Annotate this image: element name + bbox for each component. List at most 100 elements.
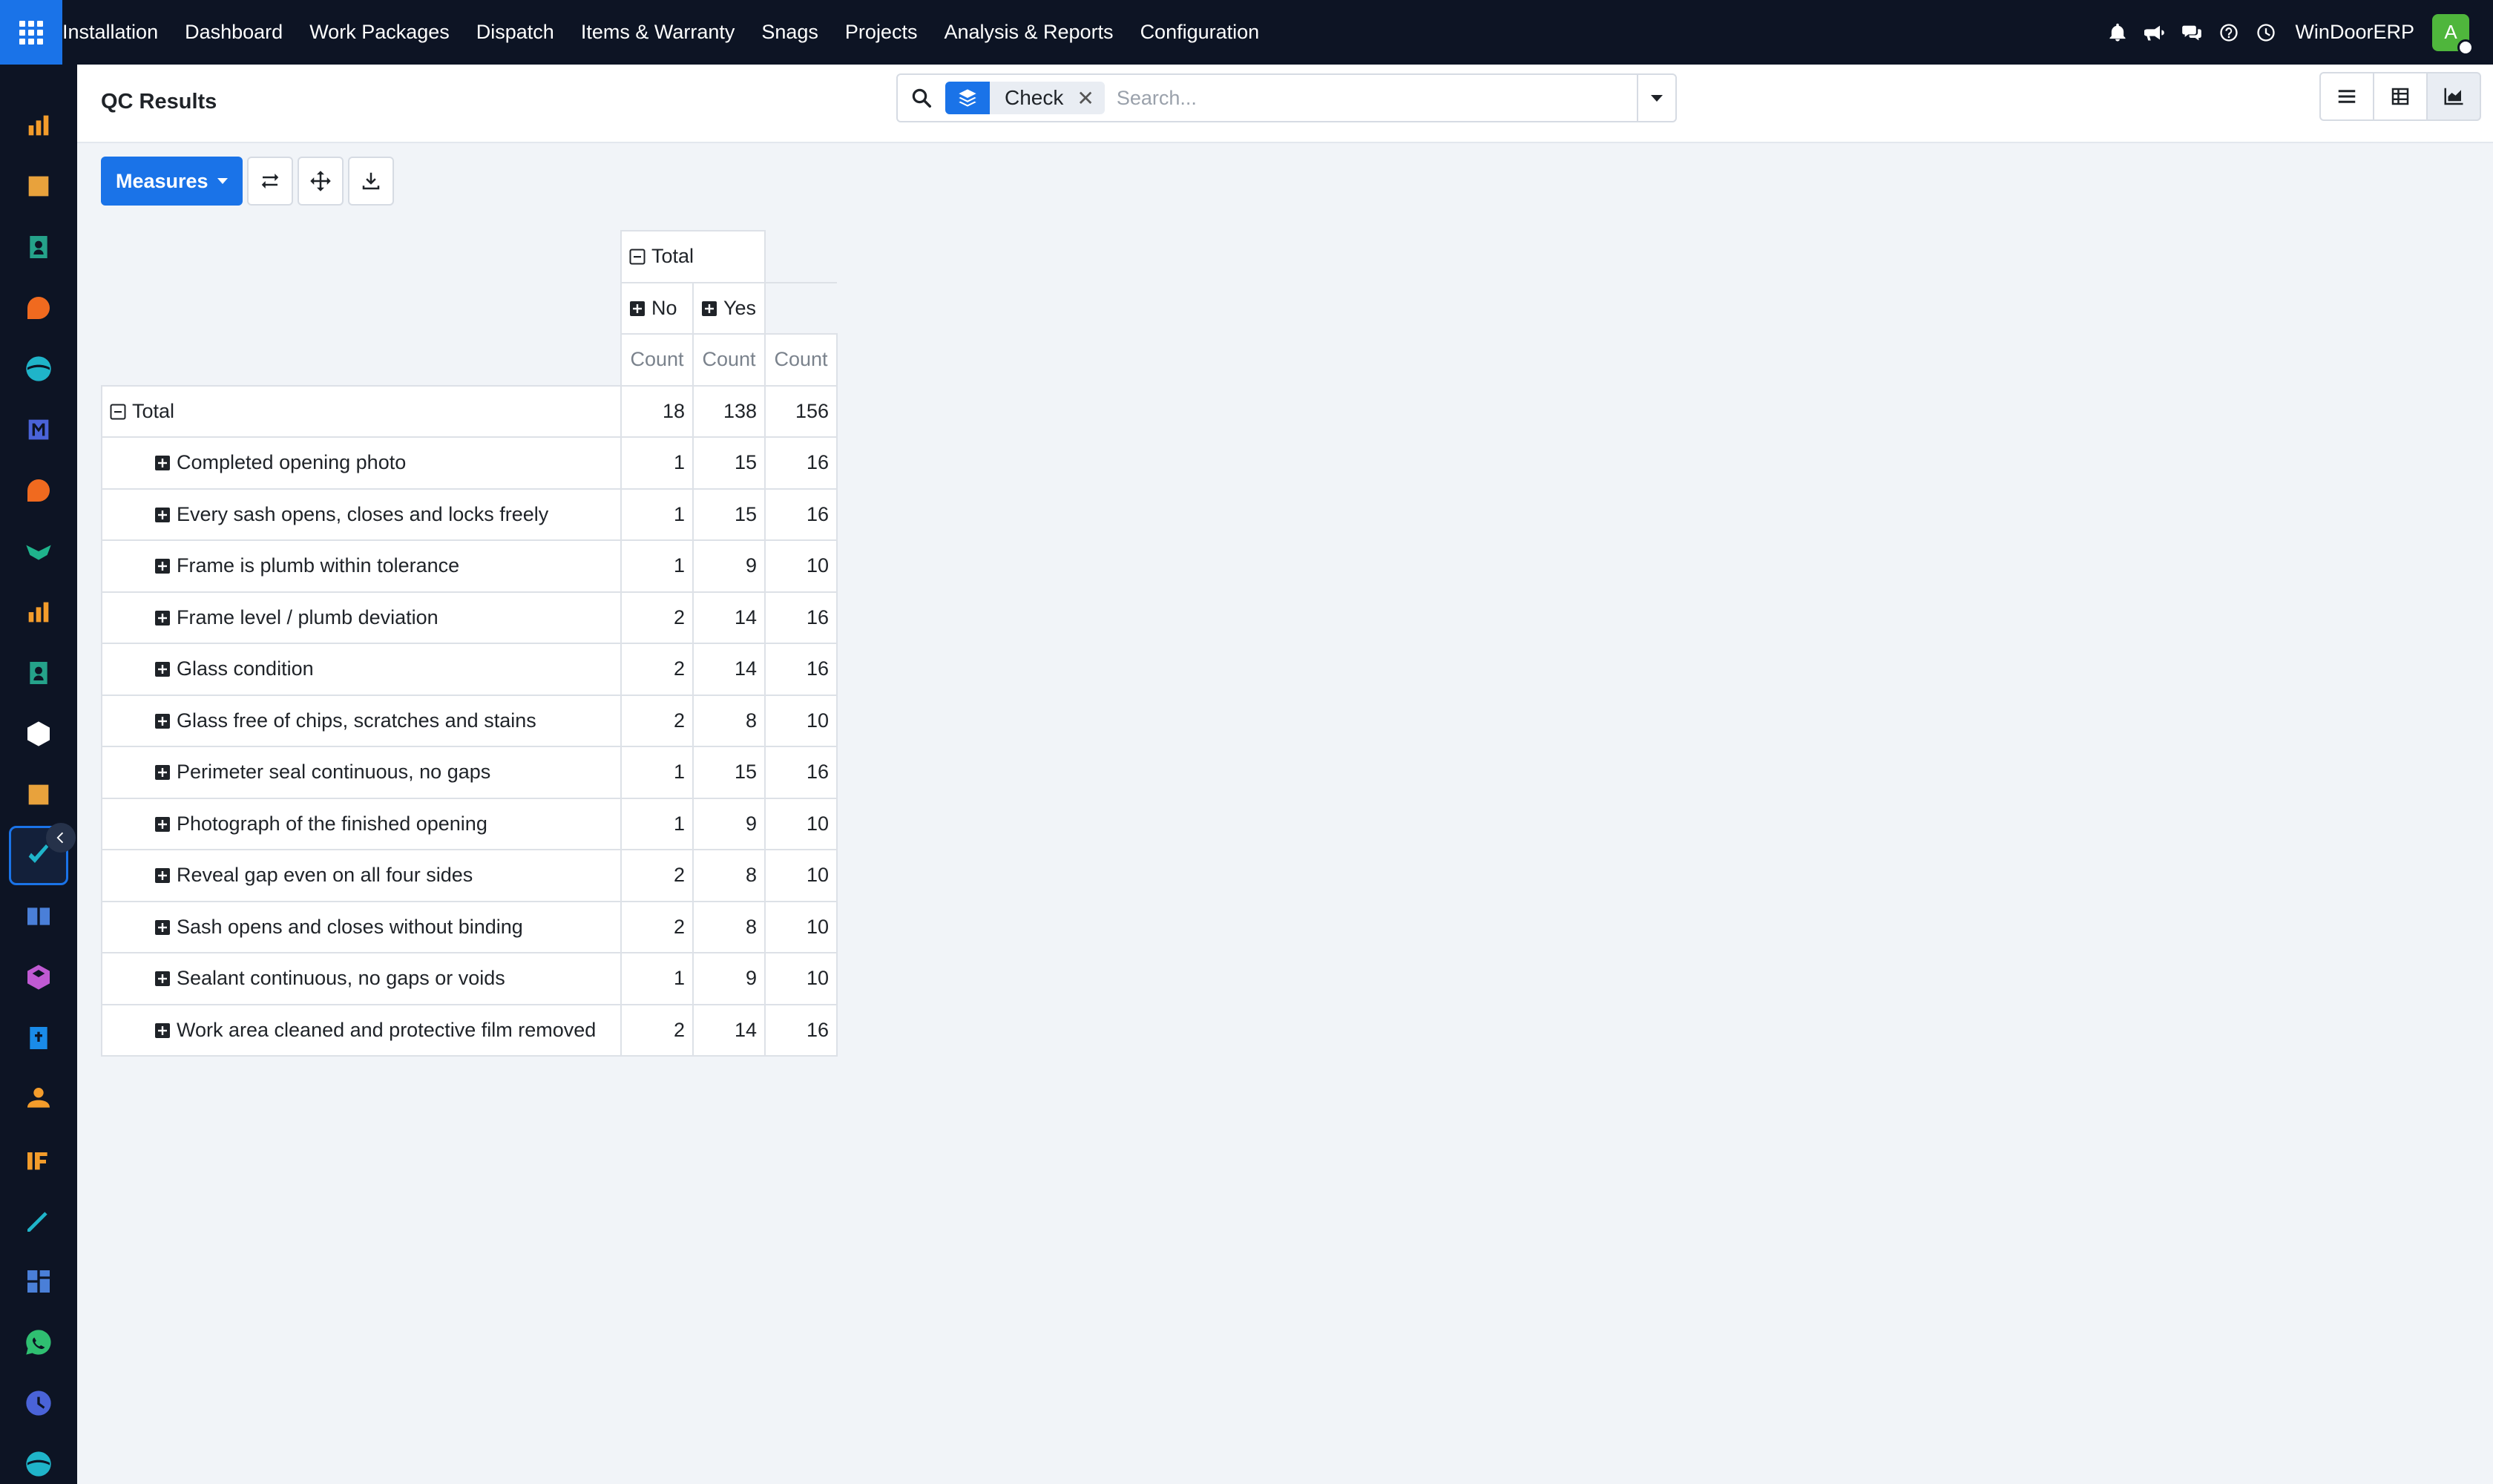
pivot-cell[interactable]: 9 bbox=[692, 952, 766, 1005]
col-header-yes[interactable]: Yes bbox=[692, 281, 766, 335]
col-header-total[interactable]: Total bbox=[620, 230, 766, 283]
pivot-cell[interactable]: 18 bbox=[620, 384, 694, 438]
pivot-cell[interactable]: 138 bbox=[692, 384, 766, 438]
pivot-cell[interactable]: 14 bbox=[692, 1003, 766, 1057]
reports-app-icon[interactable] bbox=[9, 96, 68, 155]
top-menu-item[interactable]: Installation bbox=[62, 21, 171, 44]
search-input[interactable] bbox=[1116, 79, 1637, 116]
dashboards-app-icon[interactable] bbox=[9, 582, 68, 642]
row-header[interactable]: Frame is plumb within tolerance bbox=[101, 539, 622, 593]
pivot-cell[interactable]: 2 bbox=[620, 1003, 694, 1057]
pivot-cell[interactable]: 2 bbox=[620, 643, 694, 696]
top-menu-item[interactable]: Items & Warranty bbox=[568, 21, 749, 44]
pivot-cell[interactable]: 10 bbox=[764, 539, 838, 593]
tools-app-icon[interactable] bbox=[9, 765, 68, 824]
pivot-cell[interactable]: 15 bbox=[692, 487, 766, 541]
calendar-app-icon[interactable] bbox=[9, 1130, 68, 1189]
top-menu-item[interactable]: Work Packages bbox=[296, 21, 463, 44]
inventory-app-icon[interactable] bbox=[9, 704, 68, 764]
sign-app-icon[interactable] bbox=[9, 1191, 68, 1250]
bell-icon[interactable] bbox=[2099, 14, 2136, 51]
measure-header[interactable]: Count bbox=[764, 333, 838, 387]
avatar[interactable]: A bbox=[2432, 13, 2474, 56]
expand-all-icon[interactable] bbox=[297, 157, 344, 206]
apps-app-icon[interactable] bbox=[9, 1252, 68, 1311]
search-bar[interactable]: Check ✕ bbox=[896, 73, 1677, 122]
pivot-cell[interactable]: 16 bbox=[764, 643, 838, 696]
measure-header[interactable]: Count bbox=[692, 333, 766, 387]
crm-app-icon[interactable] bbox=[9, 522, 68, 581]
pivot-cell[interactable]: 1 bbox=[620, 436, 694, 490]
row-header[interactable]: Work area cleaned and protective film re… bbox=[101, 1003, 622, 1057]
pivot-cell[interactable]: 10 bbox=[764, 694, 838, 747]
pivot-cell[interactable]: 16 bbox=[764, 1003, 838, 1057]
pivot-cell[interactable]: 16 bbox=[764, 746, 838, 799]
products-app-icon[interactable] bbox=[9, 948, 68, 1007]
row-header[interactable]: Glass free of chips, scratches and stain… bbox=[101, 694, 622, 747]
pivot-cell[interactable]: 8 bbox=[692, 900, 766, 953]
col-header-no[interactable]: No bbox=[620, 281, 694, 335]
employees-app-icon[interactable] bbox=[9, 643, 68, 703]
chevron-left-icon[interactable] bbox=[46, 823, 76, 853]
top-menu-item[interactable]: Analysis & Reports bbox=[930, 21, 1126, 44]
search-options-toggle[interactable] bbox=[1637, 75, 1675, 121]
pivot-cell[interactable]: 1 bbox=[620, 797, 694, 850]
chat-icon[interactable] bbox=[2173, 14, 2210, 51]
pivot-cell[interactable]: 1 bbox=[620, 539, 694, 593]
search-icon[interactable] bbox=[898, 75, 945, 121]
row-header[interactable]: Sash opens and closes without binding bbox=[101, 900, 622, 953]
pivot-cell[interactable]: 2 bbox=[620, 849, 694, 902]
pivot-cell[interactable]: 10 bbox=[764, 952, 838, 1005]
row-header[interactable]: Every sash opens, closes and locks freel… bbox=[101, 487, 622, 541]
pivot-cell[interactable]: 15 bbox=[692, 746, 766, 799]
contacts-app-icon[interactable] bbox=[9, 217, 68, 277]
discuss-app-icon[interactable] bbox=[9, 278, 68, 338]
row-header-total[interactable]: Total bbox=[101, 384, 622, 438]
pivot-cell[interactable]: 8 bbox=[692, 849, 766, 902]
top-menu-item[interactable]: Configuration bbox=[1127, 21, 1273, 44]
pivot-cell[interactable]: 14 bbox=[692, 643, 766, 696]
megaphone-icon[interactable] bbox=[2136, 14, 2173, 51]
live-chat-app-icon[interactable] bbox=[9, 461, 68, 520]
timer-app-icon[interactable] bbox=[9, 1373, 68, 1433]
team-app-icon[interactable] bbox=[9, 1069, 68, 1129]
pivot-cell[interactable]: 9 bbox=[692, 539, 766, 593]
pivot-cell[interactable]: 2 bbox=[620, 591, 694, 644]
close-icon[interactable]: ✕ bbox=[1077, 86, 1094, 111]
row-header[interactable]: Glass condition bbox=[101, 643, 622, 696]
row-header[interactable]: Completed opening photo bbox=[101, 436, 622, 490]
pivot-cell[interactable]: 16 bbox=[764, 436, 838, 490]
pivot-cell[interactable]: 1 bbox=[620, 746, 694, 799]
whatsapp-app-icon[interactable] bbox=[9, 1313, 68, 1372]
clock-icon[interactable] bbox=[2247, 14, 2285, 51]
knowledge-app-icon[interactable] bbox=[9, 887, 68, 946]
pivot-cell[interactable]: 156 bbox=[764, 384, 838, 438]
flip-axis-icon[interactable] bbox=[246, 157, 293, 206]
top-menu-item[interactable]: Dispatch bbox=[463, 21, 568, 44]
pivot-cell[interactable]: 14 bbox=[692, 591, 766, 644]
list-view-icon[interactable] bbox=[2319, 72, 2374, 121]
pivot-cell[interactable]: 1 bbox=[620, 487, 694, 541]
pivot-cell[interactable]: 1 bbox=[620, 952, 694, 1005]
pivot-cell[interactable]: 2 bbox=[620, 694, 694, 747]
pivot-cell[interactable]: 16 bbox=[764, 487, 838, 541]
help-icon[interactable] bbox=[2210, 14, 2247, 51]
pivot-cell[interactable]: 15 bbox=[692, 436, 766, 490]
pivot-cell[interactable]: 9 bbox=[692, 797, 766, 850]
website-app-icon[interactable] bbox=[9, 339, 68, 398]
row-header[interactable]: Photograph of the finished opening bbox=[101, 797, 622, 850]
field-service-app-icon[interactable] bbox=[9, 157, 68, 216]
top-menu-item[interactable]: Projects bbox=[832, 21, 931, 44]
pivot-cell[interactable]: 8 bbox=[692, 694, 766, 747]
website-2-app-icon[interactable] bbox=[9, 1434, 68, 1484]
pivot-cell[interactable]: 10 bbox=[764, 900, 838, 953]
measures-dropdown-button[interactable]: Measures bbox=[101, 157, 243, 206]
pivot-cell[interactable]: 2 bbox=[620, 900, 694, 953]
measure-header[interactable]: Count bbox=[620, 333, 694, 387]
pivot-view-icon[interactable] bbox=[2373, 72, 2428, 121]
row-header[interactable]: Reveal gap even on all four sides bbox=[101, 849, 622, 902]
pivot-cell[interactable]: 10 bbox=[764, 797, 838, 850]
row-header[interactable]: Frame level / plumb deviation bbox=[101, 591, 622, 644]
top-menu-item[interactable]: Dashboard bbox=[171, 21, 296, 44]
pivot-cell[interactable]: 10 bbox=[764, 849, 838, 902]
